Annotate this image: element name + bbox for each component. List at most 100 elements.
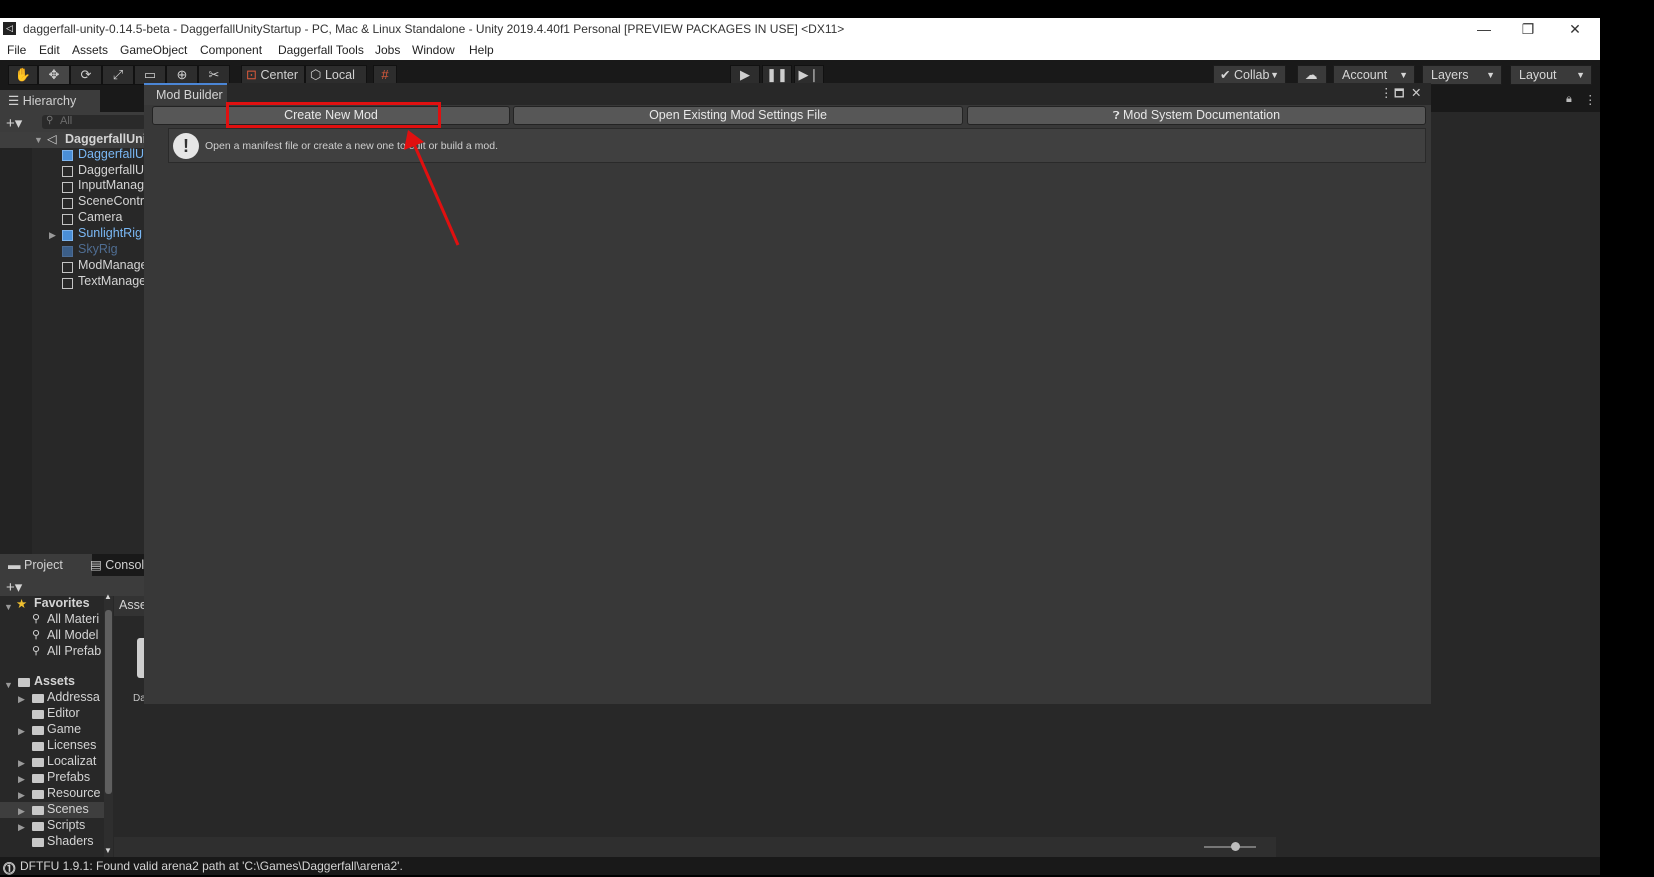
folder-item[interactable]: Licenses — [47, 738, 96, 752]
pivot-local-toggle[interactable]: ⬡ Local — [305, 65, 367, 85]
folder-item[interactable]: Editor — [47, 706, 80, 720]
expand-arrow-icon[interactable]: ▶ — [18, 758, 25, 769]
restore-button[interactable]: ❐ — [1508, 20, 1548, 38]
gameobject-icon — [62, 278, 73, 289]
menu-help[interactable]: Help — [469, 43, 494, 57]
status-message[interactable]: DFTFU 1.9.1: Found valid arena2 path at … — [20, 859, 403, 873]
tab-mod-builder[interactable]: Mod Builder — [144, 83, 227, 105]
maximize-icon[interactable]: 🗖︎ — [1394, 85, 1404, 104]
pause-button[interactable]: ❚❚ — [762, 65, 792, 85]
folder-item[interactable]: Shaders — [47, 834, 94, 848]
help-icon: ❓︎ — [1112, 110, 1120, 122]
account-label: Account — [1342, 68, 1388, 82]
scale-tool-icon[interactable]: ⤢ — [102, 65, 134, 85]
hierarchy-item[interactable]: SkyRig — [78, 242, 118, 256]
folder-item[interactable]: Scenes — [47, 802, 89, 816]
cloud-icon: ☁ — [1305, 68, 1318, 82]
prefab-cube-icon — [62, 246, 73, 257]
hierarchy-item[interactable]: InputManage — [78, 178, 151, 192]
folder-item[interactable]: Resource — [47, 786, 101, 800]
menu-window[interactable]: Window — [412, 43, 455, 57]
menu-component[interactable]: Component — [200, 43, 262, 57]
expand-arrow-icon[interactable]: ▼ — [34, 135, 43, 145]
expand-arrow-icon[interactable]: ▶ — [18, 774, 25, 785]
menu-daggerfall-tools[interactable]: Daggerfall Tools — [278, 43, 364, 57]
scrollbar-thumb[interactable] — [105, 610, 112, 794]
folder-icon — [32, 742, 44, 751]
close-icon[interactable]: ✕ — [1411, 85, 1421, 100]
expand-arrow-icon[interactable]: ▶ — [18, 790, 25, 801]
gameobject-icon — [62, 214, 73, 225]
favorite-item[interactable]: All Model — [47, 628, 98, 642]
hierarchy-item-scene[interactable]: DaggerfallUnit — [65, 132, 150, 146]
more-icon[interactable]: ⋮ — [1380, 85, 1393, 100]
account-dropdown[interactable]: Account ▼ — [1333, 65, 1415, 85]
mod-documentation-button[interactable]: ❓︎ Mod System Documentation — [967, 106, 1426, 125]
hierarchy-item[interactable]: ModManage — [78, 258, 148, 272]
tab-hierarchy[interactable]: ☰ Hierarchy — [0, 90, 100, 112]
rotate-tool-icon[interactable]: ⟳ — [70, 65, 102, 85]
tab-project[interactable]: ▬ Project — [0, 554, 92, 576]
search-icon: ⚲ — [46, 115, 54, 126]
hand-tool-icon[interactable]: ✋ — [8, 65, 38, 85]
expand-arrow-icon[interactable]: ▶ — [18, 822, 25, 833]
hierarchy-item[interactable]: Camera — [78, 210, 122, 224]
hierarchy-item[interactable]: DaggerfallUI — [78, 163, 147, 177]
grid-snap-icon[interactable]: # — [373, 65, 397, 85]
add-icon[interactable]: +▾ — [6, 578, 22, 596]
hierarchy-tab-label: Hierarchy — [22, 94, 77, 108]
tree-scrollbar[interactable]: ▲ ▼ — [104, 592, 113, 857]
minimize-button[interactable]: — — [1464, 20, 1504, 38]
favorite-item[interactable]: All Materi — [47, 612, 99, 626]
collab-label: Collab — [1233, 68, 1270, 82]
folder-item[interactable]: Prefabs — [47, 770, 90, 784]
favorite-item[interactable]: All Prefab — [47, 644, 101, 658]
expand-arrow-icon[interactable]: ▶ — [18, 726, 25, 737]
hierarchy-item[interactable]: DaggerfallUn — [78, 147, 151, 161]
rect-tool-icon[interactable]: ▭ — [134, 65, 166, 85]
menu-file[interactable]: File — [7, 43, 26, 57]
cloud-button[interactable]: ☁ — [1297, 65, 1327, 85]
zoom-slider-track[interactable] — [1204, 846, 1256, 848]
menu-jobs[interactable]: Jobs — [375, 43, 400, 57]
favorites-label[interactable]: Favorites — [34, 596, 90, 610]
folder-item[interactable]: Game — [47, 722, 81, 736]
hierarchy-search-input[interactable]: ⚲ All — [42, 115, 146, 129]
assets-root[interactable]: Assets — [34, 674, 75, 688]
expand-arrow-icon[interactable]: ▼ — [4, 680, 13, 690]
more-icon[interactable]: ⋮ — [1584, 92, 1597, 107]
mod-builder-tab-label: Mod Builder — [156, 88, 223, 102]
folder-item[interactable]: Addressa — [47, 690, 100, 704]
move-tool-icon[interactable]: ✥ — [38, 65, 70, 85]
hierarchy-item[interactable]: TextManage — [78, 274, 146, 288]
expand-arrow-icon[interactable]: ▼ — [4, 602, 13, 612]
folder-icon — [32, 710, 44, 719]
pivot-center-toggle[interactable]: ⊡ Center — [241, 65, 305, 85]
close-window-button[interactable]: ✕ — [1555, 20, 1595, 38]
hierarchy-item[interactable]: SceneContro — [78, 194, 151, 208]
expand-arrow-icon[interactable]: ▶ — [18, 694, 25, 705]
open-mod-settings-button[interactable]: Open Existing Mod Settings File — [513, 106, 963, 125]
step-button[interactable]: ▶❘ — [794, 65, 824, 85]
scroll-up-icon[interactable]: ▲ — [104, 592, 112, 601]
layers-dropdown[interactable]: Layers ▼ — [1422, 65, 1502, 85]
lock-icon[interactable]: 🔒︎ — [1566, 93, 1572, 106]
collab-dropdown[interactable]: ✔ Collab ▼ — [1213, 65, 1286, 85]
layout-dropdown[interactable]: Layout ▼ — [1510, 65, 1592, 85]
gameobject-icon — [62, 182, 73, 193]
hierarchy-item[interactable]: SunlightRig — [78, 226, 142, 240]
add-icon[interactable]: +▾ — [6, 114, 22, 132]
menu-gameobject[interactable]: GameObject — [120, 43, 187, 57]
menu-edit[interactable]: Edit — [39, 43, 60, 57]
expand-arrow-icon[interactable]: ▶ — [49, 230, 56, 241]
folder-item[interactable]: Localizat — [47, 754, 96, 768]
scroll-down-icon[interactable]: ▼ — [104, 846, 112, 855]
folder-item[interactable]: Scripts — [47, 818, 85, 832]
expand-arrow-icon[interactable]: ▶ — [18, 806, 25, 817]
menu-assets[interactable]: Assets — [72, 43, 108, 57]
play-button[interactable]: ▶ — [730, 65, 760, 85]
custom-tool-icon[interactable]: ✂ — [198, 65, 230, 85]
zoom-slider-thumb[interactable] — [1231, 842, 1240, 851]
transform-tool-icon[interactable]: ⊕ — [166, 65, 198, 85]
status-bar: ⓵ DFTFU 1.9.1: Found valid arena2 path a… — [0, 857, 1600, 876]
